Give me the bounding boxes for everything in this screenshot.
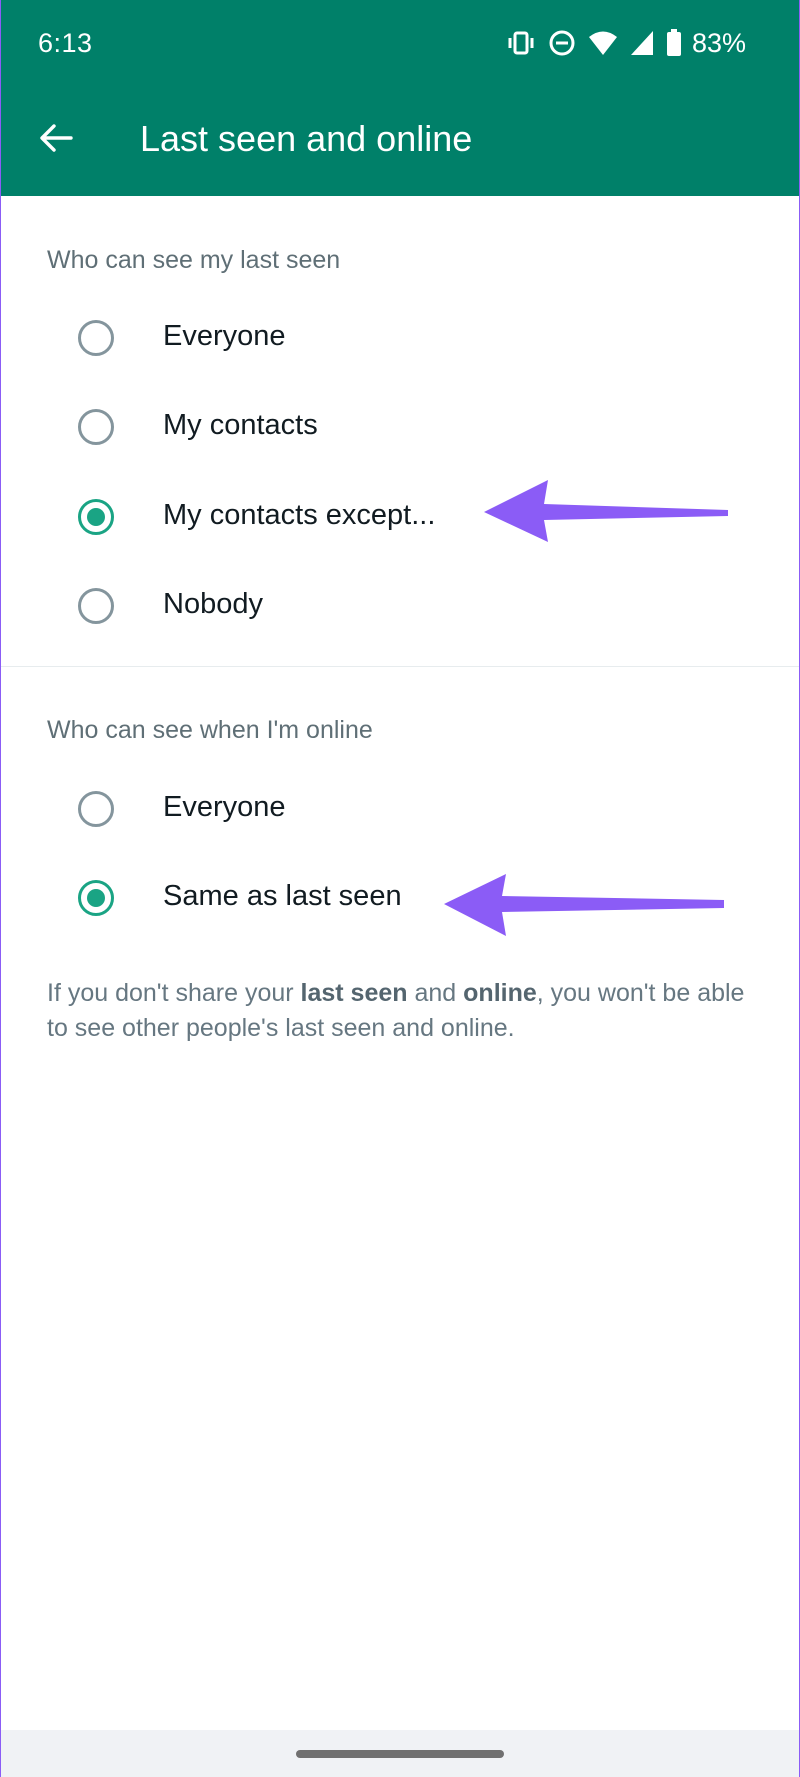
online-option-same-as-last-seen[interactable]: Same as last seen	[0, 854, 800, 942]
footnote-text: If you don't share your	[47, 979, 301, 1007]
privacy-footnote: If you don't share your last seen and on…	[47, 976, 767, 1046]
status-time: 6:13	[38, 28, 93, 58]
battery-icon	[666, 29, 682, 57]
last-seen-option-nobody[interactable]: Nobody	[0, 562, 800, 650]
app-bar: Last seen and online	[0, 96, 800, 192]
footnote-text: and	[407, 979, 464, 1007]
option-label: My contacts except...	[163, 499, 436, 531]
app-header: 6:13 83% Last seen and online	[0, 0, 800, 196]
online-option-everyone[interactable]: Everyone	[0, 765, 800, 853]
option-label: Everyone	[163, 320, 286, 352]
vibrate-icon	[506, 29, 536, 57]
option-label: My contacts	[163, 409, 318, 441]
status-icons: 83%	[506, 26, 746, 60]
cell-signal-icon	[630, 30, 654, 56]
page-title: Last seen and online	[140, 118, 473, 159]
gesture-nav-bar	[0, 1730, 800, 1777]
radio-button[interactable]	[78, 409, 114, 445]
arrow-left-icon	[39, 123, 73, 158]
section-divider	[0, 666, 800, 667]
footnote-bold-online: online	[463, 979, 537, 1007]
footnote-bold-last-seen: last seen	[300, 979, 408, 1007]
last-seen-option-everyone[interactable]: Everyone	[0, 294, 800, 382]
wifi-icon	[588, 30, 618, 56]
option-label: Same as last seen	[163, 880, 402, 912]
option-label: Everyone	[163, 791, 286, 823]
option-label: Nobody	[163, 588, 263, 620]
back-button[interactable]	[30, 114, 82, 166]
status-bar: 6:13 83%	[0, 0, 800, 90]
radio-button-selected[interactable]	[78, 499, 114, 535]
radio-button-selected[interactable]	[78, 880, 114, 916]
do-not-disturb-icon	[548, 29, 576, 57]
last-seen-option-my-contacts[interactable]: My contacts	[0, 383, 800, 471]
battery-percent: 83%	[691, 27, 746, 58]
home-handle[interactable]	[296, 1750, 504, 1758]
online-section-title: Who can see when I'm online	[47, 716, 373, 744]
radio-button[interactable]	[78, 320, 114, 356]
last-seen-option-my-contacts-except[interactable]: My contacts except...	[0, 473, 800, 561]
last-seen-section-title: Who can see my last seen	[47, 246, 341, 274]
radio-button[interactable]	[78, 791, 114, 827]
radio-button[interactable]	[78, 588, 114, 624]
